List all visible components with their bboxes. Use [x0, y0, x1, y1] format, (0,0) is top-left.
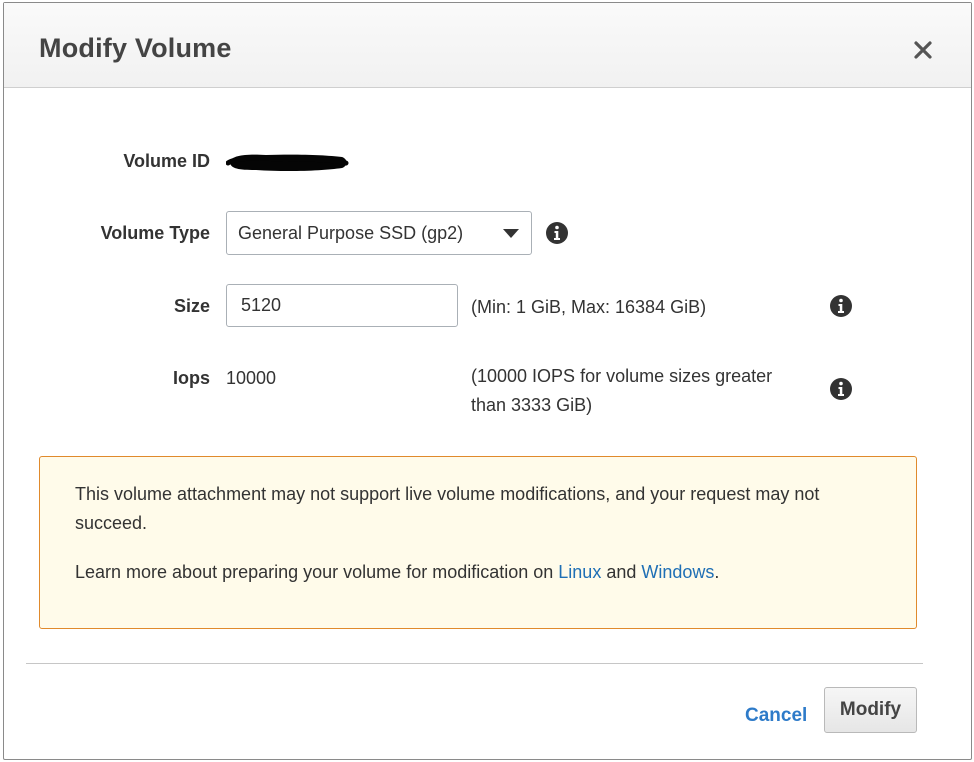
- volume-type-info-icon[interactable]: [545, 221, 569, 245]
- windows-link[interactable]: Windows: [641, 562, 714, 582]
- info-icon: [830, 295, 852, 317]
- volume-type-selected-value: General Purpose SSD (gp2): [238, 223, 464, 243]
- linux-link[interactable]: Linux: [558, 562, 601, 582]
- size-input[interactable]: [226, 284, 458, 327]
- alert-message: This volume attachment may not support l…: [75, 484, 820, 533]
- alert-learn-more: Learn more about preparing your volume f…: [75, 558, 719, 587]
- modify-volume-dialog: Modify Volume Volume ID Volume Type Gene…: [3, 2, 972, 760]
- dialog-title: Modify Volume: [39, 33, 232, 63]
- size-label: Size: [173, 296, 210, 316]
- dialog-header: Modify Volume: [4, 3, 971, 88]
- footer-divider: [26, 663, 923, 664]
- size-info-icon[interactable]: [829, 294, 853, 318]
- info-icon: [546, 222, 568, 244]
- close-icon: [914, 41, 932, 59]
- modify-button[interactable]: Modify: [824, 687, 917, 733]
- redacted-volume-id: [226, 154, 349, 172]
- volume-type-label: Volume Type: [100, 223, 210, 243]
- warning-alert: This volume attachment may not support l…: [39, 456, 917, 629]
- cancel-button[interactable]: Cancel: [745, 705, 807, 727]
- volume-id-label: Volume ID: [123, 151, 210, 171]
- and-text: and: [601, 562, 642, 582]
- iops-label: Iops: [172, 368, 210, 388]
- iops-value: 10000: [226, 368, 277, 388]
- iops-hint: (10000 IOPS for volume sizes greater tha…: [471, 366, 773, 415]
- iops-info-icon[interactable]: [829, 377, 853, 401]
- info-icon: [830, 378, 852, 400]
- size-hint: (Min: 1 GiB, Max: 16384 GiB): [471, 297, 707, 317]
- learn-more-text: Learn more about preparing your volume f…: [75, 562, 559, 582]
- period-text: .: [714, 562, 720, 582]
- close-button[interactable]: [908, 35, 938, 65]
- volume-type-select[interactable]: General Purpose SSD (gp2): [226, 211, 532, 255]
- chevron-down-icon: [503, 229, 519, 238]
